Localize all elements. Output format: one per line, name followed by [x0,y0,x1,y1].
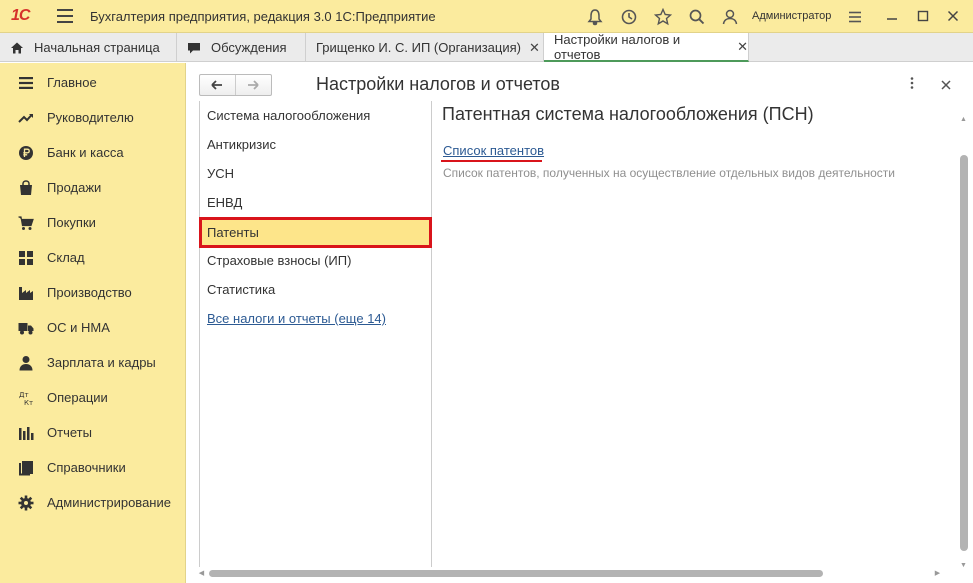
horizontal-scrollbar[interactable]: ◀ ▶ [197,569,942,578]
sidebar-item-reports[interactable]: Отчеты [0,415,186,450]
scroll-up-icon[interactable]: ▲ [959,115,968,124]
tab-bar: Начальная страница Обсуждения Грищенко И… [0,31,973,62]
sidebar-item-label: Главное [47,75,97,90]
highlight-underline [441,160,542,162]
bar-chart-icon [18,425,34,441]
tab-home[interactable]: Начальная страница [0,33,177,62]
sidebar-item-label: Покупки [47,215,96,230]
shopping-bag-icon [18,179,34,196]
history-icon[interactable] [620,8,638,26]
sidebar-item-main[interactable]: Главное [0,65,186,100]
app-title: Бухгалтерия предприятия, редакция 3.0 1С… [90,9,436,24]
sidebar: Главное Руководителю Банк и касса Продаж… [0,63,186,583]
tab-organization-close-icon[interactable]: ✕ [529,40,540,56]
sidebar-item-production[interactable]: Производство [0,275,186,310]
scroll-down-icon[interactable]: ▼ [959,561,968,570]
sidebar-item-directories[interactable]: Справочники [0,450,186,485]
tab-discussions-label: Обсуждения [211,40,287,55]
sidebar-item-label: Администрирование [47,495,171,510]
vertical-scroll-thumb[interactable] [960,155,968,551]
warehouse-icon [18,250,34,266]
close-form-icon[interactable] [939,74,953,97]
patent-list-description: Список патентов, полученных на осуществл… [443,166,895,180]
sidebar-item-sales[interactable]: Продажи [0,170,186,205]
sidebar-item-administration[interactable]: Администрирование [0,485,186,520]
sidebar-item-label: Руководителю [47,110,134,125]
close-window-button[interactable] [944,7,962,25]
sidebar-item-label: Банк и касса [47,145,124,160]
user-name[interactable]: Администратор [752,10,831,22]
trend-icon [18,110,34,126]
hamburger-menu-icon[interactable] [57,9,73,23]
history-nav [199,74,272,96]
factory-icon [18,285,34,301]
gear-icon [18,495,34,511]
app-logo: 1С [11,7,30,24]
chat-icon [187,41,201,55]
tab-tax-settings[interactable]: Настройки налогов и отчетов ✕ [544,31,749,62]
main-panel: Настройки налогов и отчетов Система нало… [187,63,973,583]
menu-lines-icon[interactable] [846,8,864,26]
scroll-right-icon[interactable]: ▶ [933,569,942,578]
sidebar-item-label: ОС и НМА [47,320,110,335]
scroll-left-icon[interactable]: ◀ [197,569,206,578]
home-icon [10,41,24,55]
maximize-button[interactable] [914,7,932,25]
sidebar-item-label: Зарплата и кадры [47,355,156,370]
section-anticrisis[interactable]: Антикризис [199,130,432,159]
more-options-icon[interactable] [909,76,915,93]
patent-list-link[interactable]: Список патентов [443,143,544,158]
forward-button[interactable] [236,75,272,95]
user-icon[interactable] [721,8,739,26]
sidebar-item-assets[interactable]: ОС и НМА [0,310,186,345]
sidebar-item-label: Отчеты [47,425,92,440]
sidebar-item-label: Склад [47,250,85,265]
section-all-taxes-link[interactable]: Все налоги и отчеты (еще 14) [199,304,432,333]
vertical-scrollbar[interactable]: ▲ ▼ [959,115,968,570]
minimize-button[interactable] [883,7,901,25]
tab-organization-label: Грищенко И. С. ИП (Организация) [316,40,521,55]
dt-kt-icon: Дт Кт [18,390,34,407]
svg-text:Кт: Кт [24,399,33,406]
sidebar-item-purchases[interactable]: Покупки [0,205,186,240]
tab-discussions[interactable]: Обсуждения [177,33,306,62]
sidebar-item-bank[interactable]: Банк и касса [0,135,186,170]
star-icon[interactable] [653,7,673,26]
sidebar-item-label: Производство [47,285,132,300]
sidebar-item-label: Продажи [47,180,102,195]
sidebar-item-label: Операции [47,390,108,405]
tab-tax-settings-label: Настройки налогов и отчетов [554,31,681,62]
bell-icon[interactable] [586,8,604,26]
sidebar-item-manager[interactable]: Руководителю [0,100,186,135]
section-tax-system[interactable]: Система налогообложения [199,101,432,130]
tab-tax-settings-close-icon[interactable]: ✕ [737,39,748,55]
ruble-coin-icon [18,145,34,161]
book-icon [18,460,34,476]
menu-lines-icon [18,75,34,91]
section-patents[interactable]: Патенты [199,217,432,248]
section-usn[interactable]: УСН [199,159,432,188]
cart-icon [18,215,34,231]
sidebar-item-payroll[interactable]: Зарплата и кадры [0,345,186,380]
section-envd[interactable]: ЕНВД [199,188,432,217]
svg-text:Дт: Дт [19,391,29,399]
content-title: Патентная система налогообложения (ПСН) [442,104,814,124]
horizontal-scroll-thumb[interactable] [209,570,823,577]
sidebar-item-warehouse[interactable]: Склад [0,240,186,275]
search-icon[interactable] [688,8,706,26]
back-button[interactable] [200,75,236,95]
section-list: Система налогообложения Антикризис УСН Е… [199,101,432,567]
tab-organization[interactable]: Грищенко И. С. ИП (Организация) ✕ [306,33,544,62]
page-title: Настройки налогов и отчетов [316,74,560,94]
truck-icon [18,320,34,336]
section-statistics[interactable]: Статистика [199,275,432,304]
tab-home-label: Начальная страница [34,40,160,55]
section-insurance[interactable]: Страховые взносы (ИП) [199,246,432,275]
sidebar-item-label: Справочники [47,460,126,475]
title-bar: 1С Бухгалтерия предприятия, редакция 3.0… [0,0,973,33]
person-icon [18,355,34,371]
sidebar-item-operations[interactable]: Дт Кт Операции [0,380,186,415]
